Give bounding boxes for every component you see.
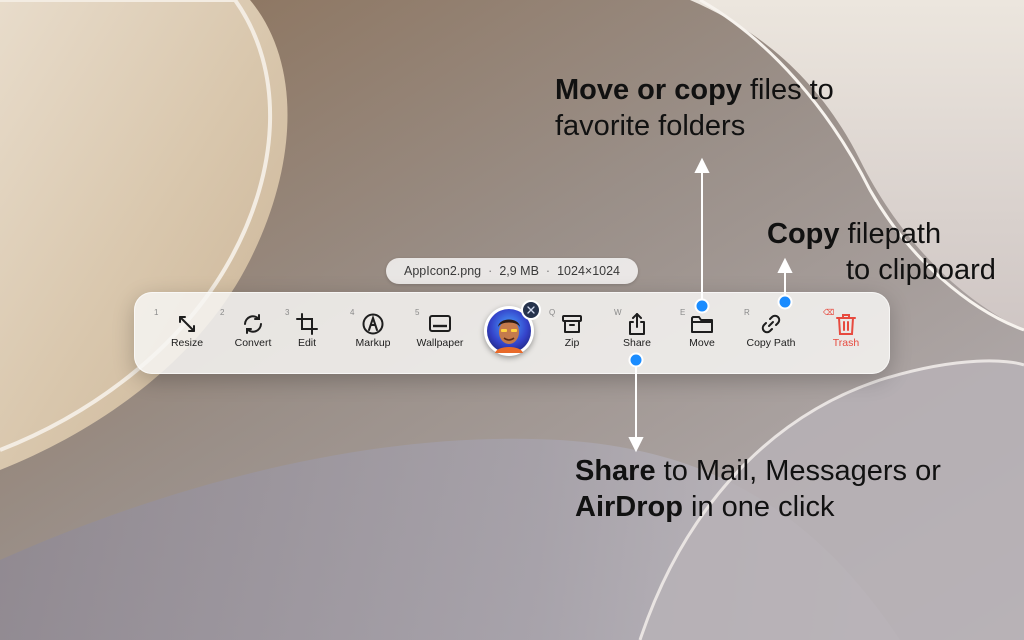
archive-box-icon: [562, 315, 582, 333]
copy-callout-line2: to clipboard: [846, 254, 996, 286]
wallpaper-button[interactable]: 5 Wallpaper: [405, 292, 475, 374]
share-callout-rest: to Mail, Messagers or: [655, 455, 941, 487]
quick-actions-toolbar: 1 Resize 2 Convert 3 Edit 4 Markup 5 Wal…: [134, 292, 890, 374]
file-size: 2,9 MB: [499, 264, 539, 278]
markup-label: Markup: [355, 337, 391, 349]
resize-label: Resize: [170, 337, 204, 349]
folder-icon: [691, 316, 713, 333]
share-callout: Share to Mail, Messagers or AirDrop in o…: [575, 453, 941, 525]
shortcut-key: Q: [549, 308, 556, 317]
trash-icon: [836, 314, 856, 335]
move-callout-rest: files to: [741, 74, 834, 106]
move-callout-bold: Move or copy: [555, 74, 742, 106]
share-icon: [629, 313, 645, 335]
share-callout-line2: in one click: [682, 491, 835, 523]
convert-icon: [244, 314, 262, 334]
shortcut-key: 2: [220, 308, 225, 317]
copy-callout-bold: Copy: [767, 218, 840, 250]
move-button[interactable]: E Move: [667, 292, 737, 374]
shortcut-key: E: [680, 308, 686, 317]
file-dimensions: 1024×1024: [557, 264, 621, 278]
share-label: Share: [622, 337, 652, 349]
link-icon: [761, 314, 781, 334]
share-callout-bold: Share: [575, 455, 656, 487]
resize-button[interactable]: 1 Resize: [152, 292, 222, 374]
shortcut-key: 4: [350, 308, 355, 317]
move-callout-line2: favorite folders: [555, 110, 746, 142]
edit-button[interactable]: 3 Edit: [272, 292, 342, 374]
file-info-pill: AppIcon2.png · 2,9 MB · 1024×1024: [386, 258, 638, 284]
move-callout: Move or copy files to favorite folders: [555, 72, 834, 144]
copy-path-label: Copy Path: [746, 337, 796, 349]
file-name: AppIcon2.png: [403, 264, 482, 278]
shortcut-key: 1: [154, 308, 159, 317]
markup-button[interactable]: 4 Markup: [338, 292, 408, 374]
shortcut-key: ⌫: [823, 308, 835, 317]
edit-label: Edit: [297, 337, 317, 349]
wallpaper-label: Wallpaper: [416, 337, 464, 349]
markup-pen-icon: [362, 313, 384, 335]
trash-label: Trash: [832, 337, 860, 349]
separator: ·: [545, 264, 551, 278]
wallpaper-icon: [429, 315, 451, 332]
resize-icon: [179, 316, 195, 332]
copy-callout-rest: filepath: [839, 218, 942, 250]
trash-button[interactable]: ⌫ Trash: [811, 292, 881, 374]
zip-label: Zip: [564, 337, 580, 349]
zip-button[interactable]: Q Zip: [537, 292, 607, 374]
shortcut-key: W: [614, 308, 622, 317]
shortcut-key: R: [744, 308, 750, 317]
copy-path-button[interactable]: R Copy Path: [736, 292, 806, 374]
copy-path-callout: Copy filepath to clipboard: [767, 216, 996, 288]
shortcut-key: 3: [285, 308, 290, 317]
separator: ·: [488, 264, 493, 278]
share-button[interactable]: W Share: [602, 292, 672, 374]
share-callout-bold2: AirDrop: [575, 491, 683, 523]
shortcut-key: 5: [415, 308, 420, 317]
move-label: Move: [689, 337, 715, 349]
crop-icon: [296, 313, 318, 335]
